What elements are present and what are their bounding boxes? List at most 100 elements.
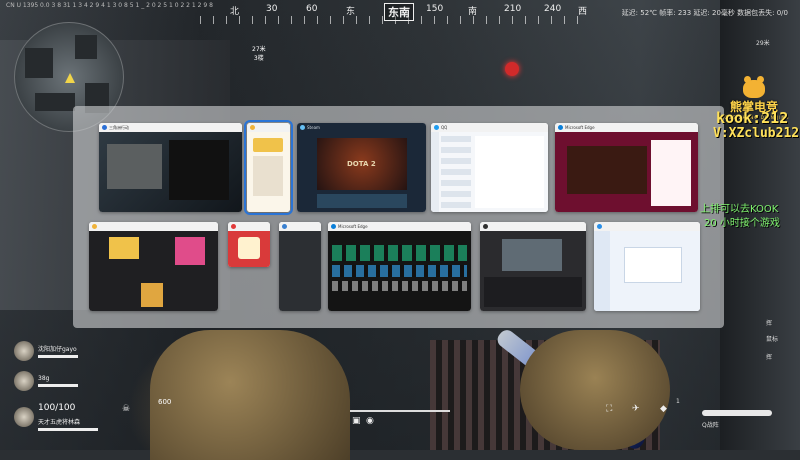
chat-list [441,136,471,208]
teammate: 沈阳加仔gayo [14,341,78,361]
notice-line: 上排可以去KOOK [700,204,779,215]
map-building [75,35,97,59]
key-hint: 鼠标 [766,336,779,343]
ammo-count: 600 [158,398,172,406]
equipment-icon: ▣ [352,416,361,426]
qq-icon [434,125,439,130]
session-info: CN U 1395 0.0 3 8 31 1 3 4 2 9 4 1 3 0 8… [6,2,213,9]
card [175,237,205,265]
red-marker [505,62,519,76]
app-icon [231,224,236,229]
card [253,138,283,152]
dialog [624,247,682,283]
grenade-icon: ◆ [660,404,667,414]
player-name: 沈阳加仔gayo [38,346,77,353]
health-bar [38,384,78,387]
health-bar [38,428,98,431]
compass: 北 30 60 东 东南 150 南 210 240 西 [200,0,590,26]
banner-title: DOTA 2 [347,160,376,168]
wechat-id: V:XZclub212 [713,126,800,141]
timeline-track [332,265,467,277]
sidebar [431,132,439,212]
window-thumbnail[interactable] [279,222,321,311]
app-icon [483,224,488,229]
game-banner: DOTA 2 [317,138,407,190]
avatar [14,407,34,427]
compass-label: 210 [504,4,522,14]
compass-label: 60 [306,4,318,14]
skull-icon: ☠ [122,404,131,414]
game-preview [107,144,162,189]
card [109,237,139,259]
window-thumbnail[interactable] [228,222,270,267]
app-icon [102,125,107,130]
sidebar [594,231,610,311]
compass-label: 东 [346,7,356,17]
preview [502,239,562,271]
ticket [141,283,163,307]
compass-label: 30 [266,4,278,14]
steam-icon [300,125,305,130]
app-icon [250,125,255,130]
compass-label: 北 [230,7,240,17]
app-icon [597,224,602,229]
window-thumbnail[interactable] [594,222,700,311]
key-hint: Q战阵 [702,422,719,429]
task-switcher: 三角洲行动 Steam DOTA 2 QQ Microsoft Edge Mic… [73,106,724,328]
notice-line: 20 小时接个游戏 [704,218,780,229]
window-thumbnail[interactable] [89,222,218,311]
stream-preview [169,140,229,200]
app-icon [92,224,97,229]
bear-mascot-icon [743,76,765,98]
window-title: QQ [441,125,448,130]
left-glove [150,330,350,460]
key-hint: 挥 [766,354,773,361]
key-hint: 挥 [766,320,773,327]
popup [238,237,260,259]
distance-readout: 29米 [756,40,770,47]
player-arrow-icon [65,73,75,83]
objective-distance: 27米 3楼 [252,46,266,62]
grenade-icon: ◉ [366,416,374,426]
weapon-silhouette-icon [702,410,772,416]
window-title: Microsoft Edge [565,125,595,130]
window-thumbnail[interactable]: Microsoft Edge [328,222,471,311]
window-thumbnail[interactable]: Microsoft Edge [555,123,698,212]
timeline-track [332,281,467,291]
app-icon [282,224,287,229]
edge-icon [558,125,563,130]
teammate: 38g [14,371,78,391]
right-glove [520,330,670,450]
timeline-track [332,245,467,261]
health-value: 100/100 [38,403,76,413]
compass-active-heading: 东南 [384,3,414,21]
window-title: Microsoft Edge [338,224,368,229]
window-thumbnail[interactable]: 三角洲行动 [99,123,242,212]
window-thumbnail[interactable]: QQ [431,123,548,212]
compass-label: 240 [544,4,562,14]
window-thumbnail-selected[interactable] [244,120,293,215]
kook-id: kook:212 [716,109,789,127]
key-hint: 1 [676,398,680,405]
chat-column [651,140,691,206]
edge-icon [331,224,336,229]
compass-label: 150 [426,4,444,14]
health-bar [38,355,78,358]
window-title: 三角洲行动 [109,124,129,130]
map-building [25,48,53,78]
compass-label: 南 [468,7,478,17]
window-thumbnail[interactable]: Steam DOTA 2 [297,123,426,212]
chat-panel [475,136,544,208]
avatar [14,341,34,361]
drone-icon: ✈ [632,404,640,414]
mixer [484,277,582,307]
window-thumbnail[interactable] [480,222,586,311]
player-name: 38g [38,375,50,382]
performance-stats: 延迟: 52℃ 帧率: 233 延迟: 20毫秒 数据包丢失: 0/0 [621,9,788,17]
weapon-bar [350,410,450,412]
window-title: Steam [307,125,320,130]
gadget-icon: ⛶ [606,404,613,414]
player-name: 天才五虎将林森 [38,419,81,426]
map-building [35,93,75,111]
list [253,156,283,196]
